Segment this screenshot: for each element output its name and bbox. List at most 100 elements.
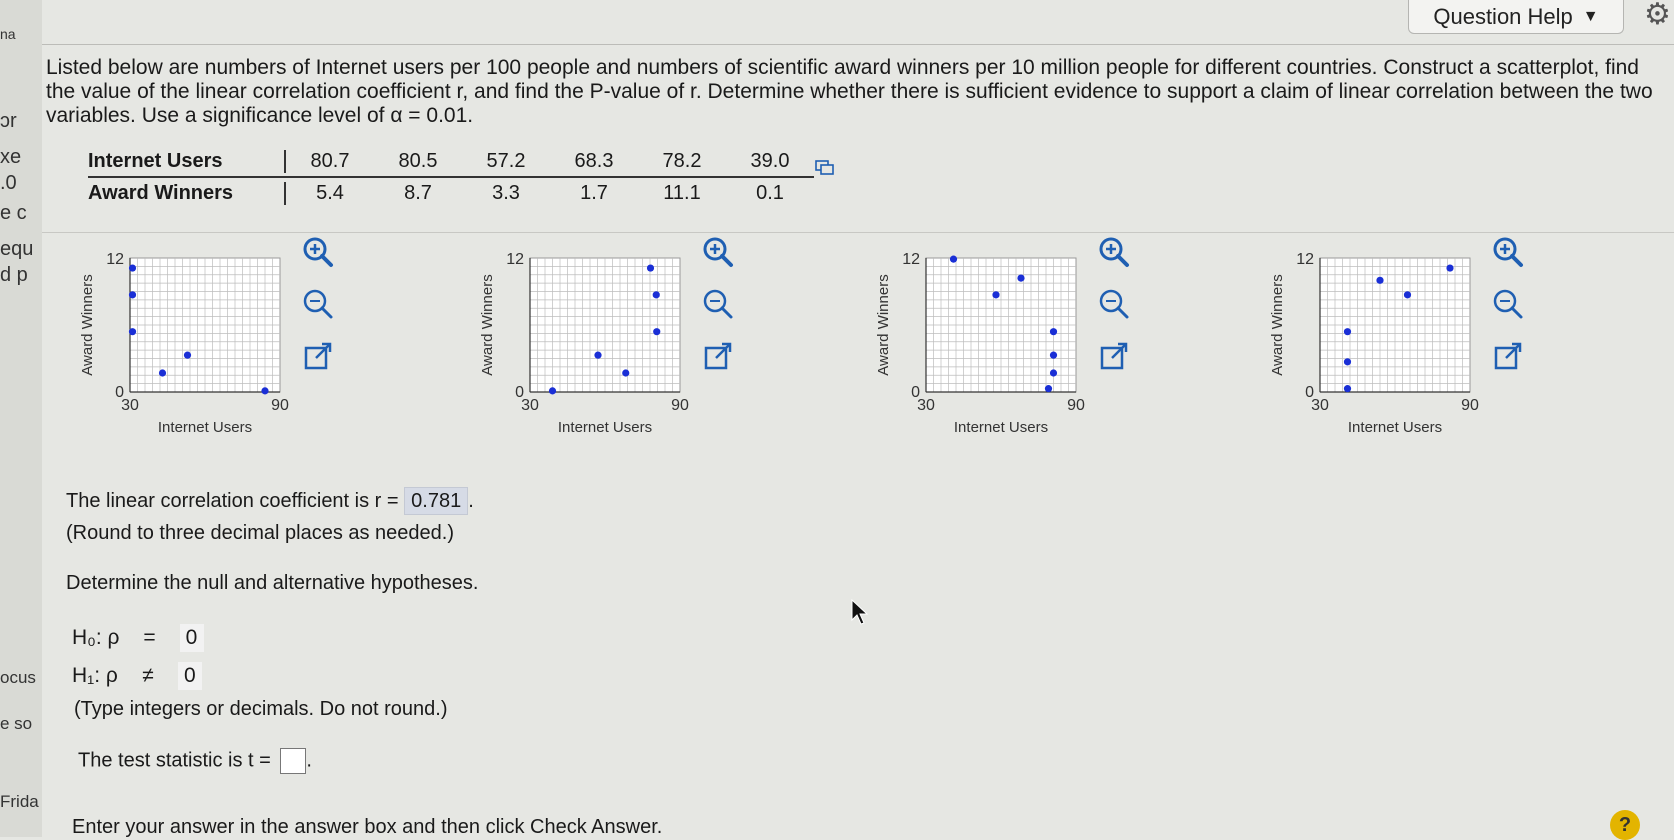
table-cell: 68.3 bbox=[574, 149, 614, 172]
table-cell: 57.2 bbox=[486, 149, 526, 172]
data-point bbox=[992, 291, 1000, 299]
zoom-in-icon[interactable] bbox=[1096, 234, 1132, 270]
data-point bbox=[1343, 358, 1352, 366]
x-tick-label: 90 bbox=[271, 397, 289, 414]
test-statistic-statement: The test statistic is t = . bbox=[78, 748, 312, 774]
open-in-new-window-icon[interactable] bbox=[300, 340, 336, 376]
zoom-in-icon[interactable] bbox=[300, 234, 336, 270]
scatterplot-option[interactable]: 12 0 30 90 Internet Users Award Winners bbox=[1260, 237, 1580, 458]
y-axis-label: Award Winners bbox=[79, 274, 96, 375]
x-tick-label: 30 bbox=[1311, 397, 1329, 414]
data-point bbox=[158, 369, 167, 377]
zoom-in-icon[interactable] bbox=[1490, 234, 1526, 270]
y-tick-label: 12 bbox=[106, 251, 124, 268]
hypothesis-prompt: Determine the null and alternative hypot… bbox=[66, 572, 479, 594]
r-prefix: The linear correlation coefficient is r … bbox=[66, 490, 399, 512]
r-value-field[interactable]: 0.781 bbox=[404, 487, 469, 515]
data-point bbox=[1044, 385, 1053, 393]
data-table: Internet Users 80.7 80.5 57.2 68.3 78.2 … bbox=[88, 146, 814, 208]
left-fragment: na bbox=[0, 26, 16, 42]
x-axis-label: Internet Users bbox=[1348, 419, 1442, 436]
table-cell: 80.7 bbox=[310, 149, 350, 172]
x-axis-label: Internet Users bbox=[158, 419, 252, 436]
t-answer-input[interactable] bbox=[280, 748, 307, 774]
x-tick-label: 90 bbox=[1461, 397, 1479, 414]
scatterplot-option[interactable]: 12 0 30 90 Internet Users Award Winners bbox=[866, 237, 1186, 458]
y-tick-label: 12 bbox=[1296, 251, 1314, 268]
h1-value-field[interactable]: 0 bbox=[177, 662, 202, 690]
y-axis-label: Award Winners bbox=[479, 274, 496, 375]
table-row: Internet Users 80.7 80.5 57.2 68.3 78.2 … bbox=[88, 146, 814, 178]
left-fragment: xe bbox=[0, 146, 22, 168]
left-fragment: equ bbox=[0, 238, 34, 260]
left-fragment: d p bbox=[0, 264, 28, 286]
left-panel-fragment: ɔr xe .0 e c equ d p ocus e so Frida na bbox=[0, 0, 42, 837]
h0-relation-select[interactable]: = bbox=[120, 626, 180, 650]
data-point bbox=[183, 351, 192, 359]
footer-instruction: Enter your answer in the answer box and … bbox=[72, 816, 663, 838]
data-point bbox=[1017, 274, 1025, 282]
question-help-button[interactable]: Question Help ▼ bbox=[1408, 0, 1624, 34]
help-icon[interactable]: ? bbox=[1610, 810, 1640, 840]
y-axis-label: Award Winners bbox=[875, 274, 892, 375]
zoom-out-icon[interactable] bbox=[300, 286, 336, 322]
copy-icon[interactable] bbox=[815, 160, 835, 176]
table-cell: 1.7 bbox=[580, 181, 608, 204]
data-point bbox=[1049, 369, 1058, 377]
question-help-label: Question Help bbox=[1433, 3, 1573, 29]
t-prefix: The test statistic is t = bbox=[78, 749, 271, 772]
data-point bbox=[949, 255, 958, 263]
table-row-header: Award Winners bbox=[88, 181, 286, 205]
data-point bbox=[594, 351, 602, 359]
content-divider bbox=[42, 232, 1674, 233]
mouse-cursor-icon bbox=[851, 598, 869, 625]
table-row-header: Internet Users bbox=[88, 149, 286, 173]
open-in-new-window-icon[interactable] bbox=[1096, 340, 1132, 376]
data-point bbox=[1403, 291, 1412, 299]
h0-value-field[interactable]: 0 bbox=[179, 624, 204, 652]
question-prompt: Listed below are numbers of Internet use… bbox=[46, 56, 1653, 127]
x-tick-label: 30 bbox=[121, 397, 139, 414]
left-fragment: e so bbox=[0, 714, 33, 733]
x-tick-label: 30 bbox=[521, 397, 539, 414]
scatterplot-option[interactable]: 12 0 30 90 Internet Users Award Winners bbox=[70, 237, 390, 458]
table-cell: 39.0 bbox=[750, 149, 790, 172]
zoom-out-icon[interactable] bbox=[700, 286, 736, 322]
x-axis-label: Internet Users bbox=[954, 419, 1048, 436]
t-suffix: . bbox=[306, 749, 312, 772]
table-row: Award Winners 5.4 8.7 3.3 1.7 11.1 0.1 bbox=[88, 178, 814, 208]
x-tick-label: 30 bbox=[917, 397, 935, 414]
x-axis-label: Internet Users bbox=[558, 419, 652, 436]
table-cell: 0.1 bbox=[756, 181, 784, 204]
data-point bbox=[548, 387, 557, 395]
data-point bbox=[261, 387, 269, 395]
data-point bbox=[1446, 264, 1454, 272]
r-suffix: . bbox=[468, 490, 474, 512]
scatterplot-option[interactable]: 12 0 30 90 Internet Users Award Winners bbox=[470, 237, 790, 458]
table-cell: 3.3 bbox=[492, 181, 520, 204]
header-divider bbox=[42, 44, 1674, 45]
h1-label: H₁: ρ bbox=[72, 664, 118, 687]
open-in-new-window-icon[interactable] bbox=[1490, 340, 1526, 376]
h1-relation-select[interactable]: ≠ bbox=[118, 664, 178, 688]
table-cell: 80.5 bbox=[398, 149, 438, 172]
r-statement: The linear correlation coefficient is r … bbox=[66, 487, 474, 515]
open-in-new-window-icon[interactable] bbox=[700, 340, 736, 376]
y-tick-label: 12 bbox=[902, 251, 920, 268]
data-point bbox=[646, 264, 655, 272]
gear-icon[interactable]: ⚙ bbox=[1644, 0, 1671, 30]
zoom-out-icon[interactable] bbox=[1096, 286, 1132, 322]
data-point bbox=[128, 328, 137, 336]
data-point bbox=[1049, 328, 1058, 336]
y-tick-label: 12 bbox=[506, 251, 524, 268]
data-point bbox=[622, 369, 630, 377]
data-point bbox=[1049, 351, 1058, 359]
zoom-out-icon[interactable] bbox=[1490, 286, 1526, 322]
table-cell: 5.4 bbox=[316, 181, 344, 204]
x-tick-label: 90 bbox=[671, 397, 689, 414]
data-point bbox=[1343, 328, 1352, 336]
null-hypothesis: H₀: ρ = 0 bbox=[72, 624, 204, 652]
table-cell: 8.7 bbox=[404, 181, 432, 204]
round-note: (Round to three decimal places as needed… bbox=[66, 522, 455, 544]
zoom-in-icon[interactable] bbox=[700, 234, 736, 270]
